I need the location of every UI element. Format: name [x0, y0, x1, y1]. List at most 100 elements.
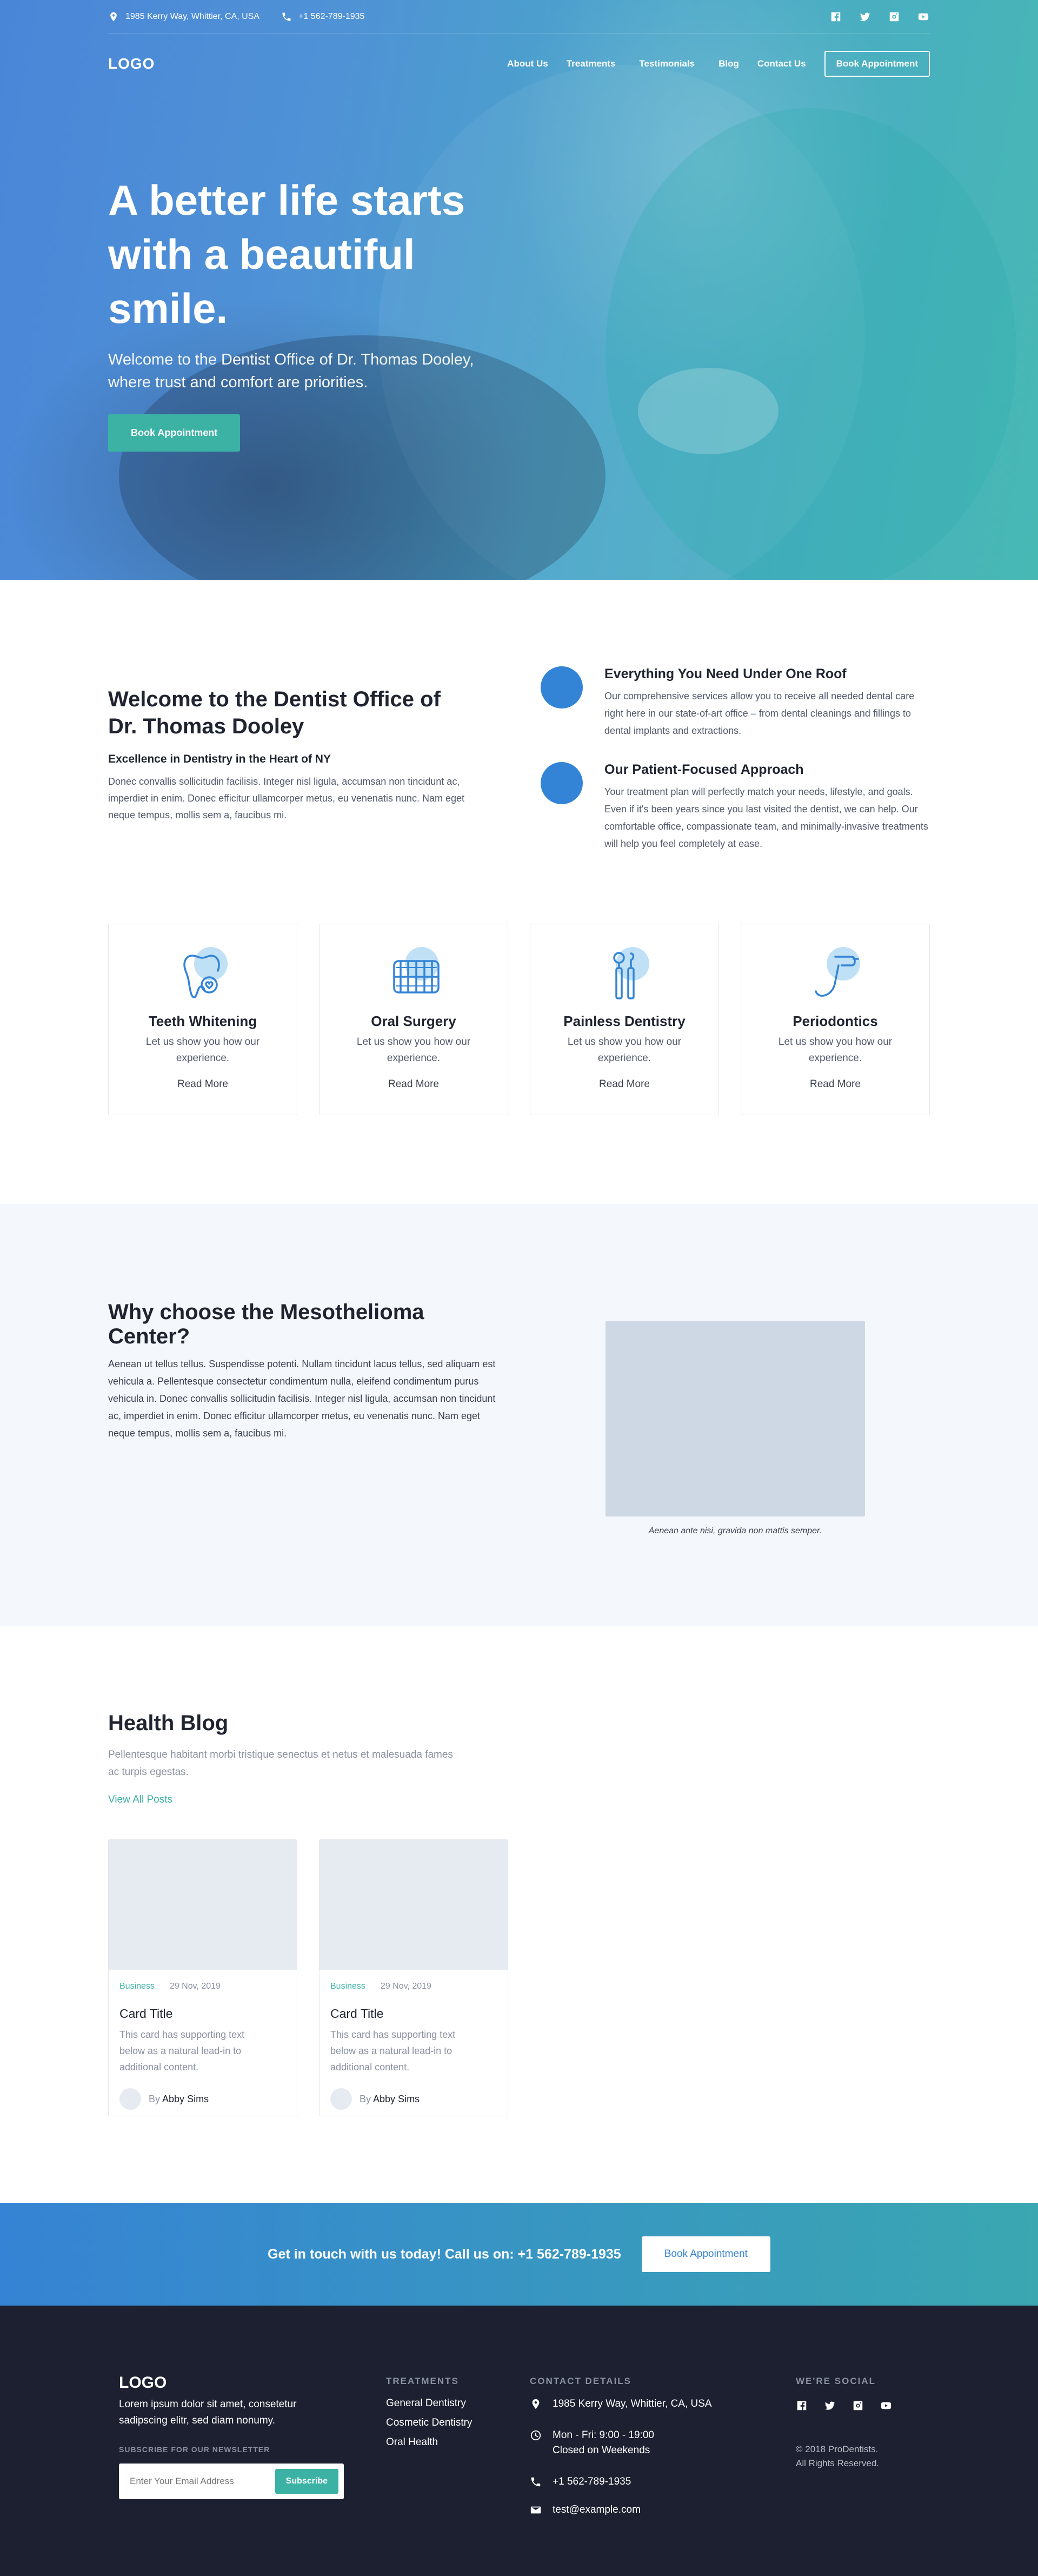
- hero-section: 1985 Kerry Way, Whittier, CA, USA +1 562…: [0, 0, 1038, 580]
- topbar-phone-text: +1 562-789-1935: [298, 11, 365, 21]
- post-date: 29 Nov, 2019: [380, 1982, 431, 1991]
- subscribe-button[interactable]: Subscribe: [275, 2469, 338, 2494]
- post-excerpt: This card has supporting text below as a…: [330, 2029, 456, 2072]
- avatar: [119, 2088, 141, 2110]
- service-card[interactable]: Oral Surgery Let us show you how our exp…: [319, 924, 508, 1115]
- service-text: Let us show you how our experience.: [778, 1036, 893, 1064]
- service-title: Oral Surgery: [371, 1013, 456, 1029]
- youtube-icon[interactable]: [880, 2400, 892, 2414]
- topbar-social: [829, 10, 930, 23]
- topbar-phone[interactable]: +1 562-789-1935: [281, 11, 364, 22]
- service-title: Painless Dentistry: [563, 1013, 686, 1029]
- footer: LOGO Lorem ipsum dolor sit amet, consete…: [0, 2306, 1038, 2576]
- blog-post-card[interactable]: Business 29 Nov, 2019 Card Title This ca…: [319, 1839, 508, 2116]
- hero-image-shape: [638, 368, 778, 454]
- facebook-icon[interactable]: [829, 10, 842, 23]
- service-card[interactable]: Painless Dentistry Let us show you how o…: [530, 924, 719, 1115]
- post-category[interactable]: Business: [330, 1982, 365, 1991]
- read-more-link[interactable]: Read More: [177, 1078, 228, 1090]
- nav-item-treatments[interactable]: Treatments: [567, 58, 616, 69]
- blog-subtitle: Pellentesque habitant morbi tristique se…: [108, 1749, 453, 1778]
- service-card[interactable]: Teeth Whitening Let us show you how our …: [108, 924, 297, 1115]
- author-name[interactable]: Abby Sims: [162, 2094, 209, 2104]
- why-title: Why choose the Mesothelioma Center?: [108, 1300, 424, 1348]
- read-more-link[interactable]: Read More: [599, 1078, 650, 1090]
- footer-hours: Mon - Fri: 9:00 - 19:00 Closed on Weekend…: [530, 2428, 796, 2458]
- copyright-line-1: © 2018 ProDentists.: [796, 2444, 879, 2454]
- nav-book-appointment-button[interactable]: Book Appointment: [824, 51, 930, 77]
- hero-image-shape: [606, 108, 1016, 580]
- footer-email[interactable]: test@example.com: [530, 2502, 796, 2518]
- post-excerpt: This card has supporting text below as a…: [119, 2029, 245, 2072]
- twitter-icon[interactable]: [824, 2400, 836, 2414]
- footer-link-oral-health[interactable]: Oral Health: [386, 2436, 530, 2448]
- facebook-icon[interactable]: [796, 2400, 808, 2414]
- footer-address: 1985 Kerry Way, Whittier, CA, USA: [530, 2396, 796, 2412]
- newsletter-label: SUBSCRIBE FOR OUR NEWSLETTER: [119, 2445, 270, 2454]
- feature-text: Your treatment plan will perfectly match…: [604, 786, 928, 849]
- image-caption: Aenean ante nisi, gravida non mattis sem…: [648, 1526, 822, 1535]
- blog-post-card[interactable]: Business 29 Nov, 2019 Card Title This ca…: [108, 1839, 297, 2116]
- hero-subtitle: Welcome to the Dentist Office of Dr. Tho…: [108, 351, 474, 391]
- author-name[interactable]: Abby Sims: [373, 2094, 420, 2104]
- footer-link-general-dentistry[interactable]: General Dentistry: [386, 2398, 530, 2409]
- feature-text: Our comprehensive services allow you to …: [604, 691, 915, 736]
- cta-book-appointment-button[interactable]: Book Appointment: [641, 2236, 770, 2272]
- read-more-link[interactable]: Read More: [388, 1078, 439, 1090]
- youtube-icon[interactable]: [917, 10, 930, 23]
- feature-item: Everything You Need Under One Roof Our c…: [541, 666, 930, 739]
- service-title: Periodontics: [793, 1013, 878, 1029]
- nav-item-about-us[interactable]: About Us: [507, 58, 548, 69]
- phone-icon: [282, 12, 291, 21]
- feature-item: Our Patient-Focused Approach Your treatm…: [541, 762, 930, 852]
- blog-title: Health Blog: [108, 1711, 229, 1735]
- dental-drill-icon: [803, 946, 868, 1005]
- welcome-title: Welcome to the Dentist Office of Dr. Tho…: [108, 687, 441, 738]
- cta-text: Get in touch with us today! Call us on: …: [268, 2246, 621, 2262]
- welcome-text: Donec convallis sollicitudin facilisis. …: [108, 776, 464, 820]
- mail-icon: [530, 2506, 541, 2514]
- view-all-posts-link[interactable]: View All Posts: [108, 1794, 172, 1806]
- nav-item-contact-us[interactable]: Contact Us: [757, 58, 806, 69]
- image-placeholder: [606, 1321, 865, 1517]
- post-image-placeholder: [320, 1840, 508, 1970]
- service-card[interactable]: Periodontics Let us show you how our exp…: [741, 924, 930, 1115]
- footer-logo[interactable]: LOGO: [119, 2374, 386, 2392]
- feature-dot-icon: [541, 666, 583, 708]
- treatments-heading: TREATMENTS: [386, 2376, 459, 2386]
- twitter-icon[interactable]: [859, 10, 871, 23]
- post-title[interactable]: Card Title: [330, 2007, 497, 2021]
- blog-section: Health Blog Pellentesque habitant morbi …: [0, 1626, 1038, 2203]
- location-pin-icon: [110, 12, 117, 21]
- footer-email-text: test@example.com: [553, 2504, 641, 2515]
- instagram-icon[interactable]: [852, 2400, 864, 2414]
- post-date: 29 Nov, 2019: [169, 1982, 221, 1991]
- footer-link-cosmetic-dentistry[interactable]: Cosmetic Dentistry: [386, 2417, 530, 2429]
- main-nav: LOGO About Us Treatments Testimonials Bl…: [108, 34, 930, 94]
- footer-hours-weekends: Closed on Weekends: [553, 2445, 650, 2456]
- feature-dot-icon: [541, 762, 583, 804]
- nav-item-blog[interactable]: Blog: [718, 58, 739, 69]
- nav-item-testimonials[interactable]: Testimonials: [639, 58, 695, 69]
- welcome-section: Welcome to the Dentist Office of Dr. Tho…: [0, 580, 1038, 1115]
- service-title: Teeth Whitening: [148, 1013, 257, 1029]
- author-prefix: By: [360, 2093, 371, 2104]
- author-prefix: By: [149, 2093, 161, 2104]
- newsletter-form: Subscribe: [119, 2464, 344, 2499]
- service-text: Let us show you how our experience.: [567, 1036, 682, 1064]
- copyright-line-2: All Rights Reserved.: [796, 2458, 880, 2468]
- footer-phone-text: +1 562-789-1935: [553, 2476, 631, 2487]
- why-text: Aenean ut tellus tellus. Suspendisse pot…: [108, 1359, 496, 1439]
- instagram-icon[interactable]: [888, 10, 901, 23]
- read-more-link[interactable]: Read More: [810, 1078, 861, 1090]
- post-category[interactable]: Business: [119, 1982, 155, 1991]
- avatar: [330, 2088, 352, 2110]
- copyright: © 2018 ProDentists. All Rights Reserved.: [796, 2442, 892, 2471]
- contact-heading: CONTACT DETAILS: [530, 2376, 632, 2386]
- footer-phone[interactable]: +1 562-789-1935: [530, 2474, 796, 2489]
- newsletter-email-input[interactable]: [130, 2476, 260, 2487]
- post-title[interactable]: Card Title: [119, 2007, 286, 2021]
- post-image-placeholder: [109, 1840, 297, 1970]
- site-logo[interactable]: LOGO: [108, 55, 155, 72]
- hero-book-appointment-button[interactable]: Book Appointment: [108, 414, 241, 452]
